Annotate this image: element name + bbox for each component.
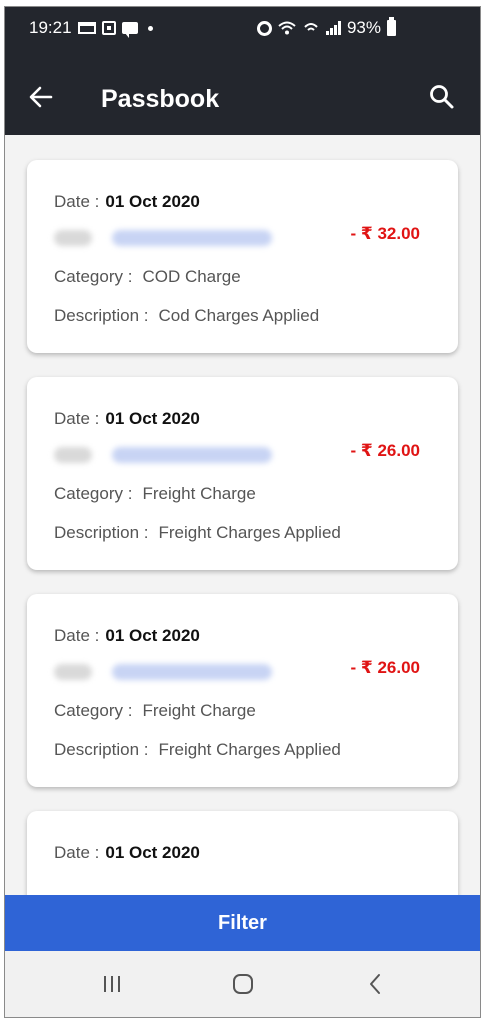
date-label: Date : [54, 192, 100, 211]
date-value: 01 Oct 2020 [105, 409, 200, 428]
home-icon[interactable] [230, 969, 256, 999]
redacted-reference [112, 230, 272, 246]
filter-button[interactable]: Filter [5, 895, 480, 951]
status-time: 19:21 [29, 18, 72, 37]
category-label: Category : [54, 701, 133, 720]
redacted-reference [112, 447, 272, 463]
status-system-icons: 93% [256, 17, 396, 38]
redacted-prefix [54, 230, 92, 246]
description-row: Description : Freight Charges Applied [54, 523, 341, 543]
description-value: Cod Charges Applied [158, 306, 320, 325]
date-row: Date : 01 Oct 2020 [54, 192, 200, 212]
category-label: Category : [54, 484, 133, 503]
arrow-left-icon[interactable] [27, 83, 55, 111]
wifi-calling-icon [304, 23, 318, 31]
description-row: Description : Freight Charges Applied [54, 740, 341, 760]
date-row: Date : 01 Oct 2020 [54, 626, 200, 646]
recent-apps-icon[interactable] [100, 969, 124, 999]
date-label: Date : [54, 626, 100, 645]
alarm-icon [256, 20, 272, 36]
system-nav-bar [5, 951, 480, 1017]
wifi-icon [278, 21, 296, 35]
card-icon [77, 22, 96, 34]
amount-value: - ₹ 32.00 [350, 224, 420, 243]
date-value: 01 Oct 2020 [105, 626, 200, 645]
app-bar: Passbook [5, 69, 480, 125]
category-row: Category : Freight Charge [54, 484, 256, 504]
battery-percentage: 93% [346, 18, 381, 37]
search-icon[interactable] [428, 83, 456, 111]
category-value: COD Charge [142, 267, 241, 286]
redacted-account [54, 447, 272, 463]
app-notification-icon [101, 21, 116, 35]
message-icon [121, 22, 138, 38]
status-bar: 19:21 93% [5, 7, 480, 49]
status-notification-icons [77, 21, 153, 38]
redacted-account [54, 664, 272, 680]
date-row: Date : 01 Oct 2020 [54, 843, 200, 863]
description-label: Description : [54, 740, 149, 759]
category-value: Freight Charge [142, 701, 256, 720]
date-label: Date : [54, 843, 100, 862]
date-row: Date : 01 Oct 2020 [54, 409, 200, 429]
redacted-prefix [54, 664, 92, 680]
redacted-reference [112, 664, 272, 680]
amount-value: - ₹ 26.00 [350, 658, 420, 677]
redacted-prefix [54, 447, 92, 463]
description-value: Freight Charges Applied [158, 740, 341, 759]
transaction-card[interactable]: Date : 01 Oct 2020 - ₹ 26.00 Category : Fr… [27, 594, 458, 787]
category-row: Category : COD Charge [54, 267, 241, 287]
date-value: 01 Oct 2020 [105, 843, 200, 862]
transaction-card[interactable]: Date : 01 Oct 2020 [27, 811, 458, 895]
battery-icon [387, 17, 396, 36]
description-row: Description : Cod Charges Applied [54, 306, 319, 326]
back-icon[interactable] [365, 969, 385, 999]
category-label: Category : [54, 267, 133, 286]
transaction-list[interactable]: Date : 01 Oct 2020 - ₹ 32.00 Category : CO… [5, 135, 480, 895]
redacted-account [54, 230, 272, 246]
app-header: 19:21 93% Passbook [5, 7, 480, 135]
transaction-card[interactable]: Date : 01 Oct 2020 - ₹ 26.00 Category : Fr… [27, 377, 458, 570]
date-label: Date : [54, 409, 100, 428]
description-label: Description : [54, 306, 149, 325]
more-notifications-icon [147, 25, 153, 31]
transaction-card[interactable]: Date : 01 Oct 2020 - ₹ 32.00 Category : CO… [27, 160, 458, 353]
description-value: Freight Charges Applied [158, 523, 341, 542]
signal-icon [325, 21, 341, 35]
amount-value: - ₹ 26.00 [350, 441, 420, 460]
category-value: Freight Charge [142, 484, 256, 503]
phone-screen: 19:21 93% Passbook Date: 01 Oct 2020 - … [4, 6, 481, 1018]
date-value: 01 Oct 2020 [105, 192, 200, 211]
description-label: Description : [54, 523, 149, 542]
page-title: Passbook [101, 85, 220, 113]
category-row: Category : Freight Charge [54, 701, 256, 721]
